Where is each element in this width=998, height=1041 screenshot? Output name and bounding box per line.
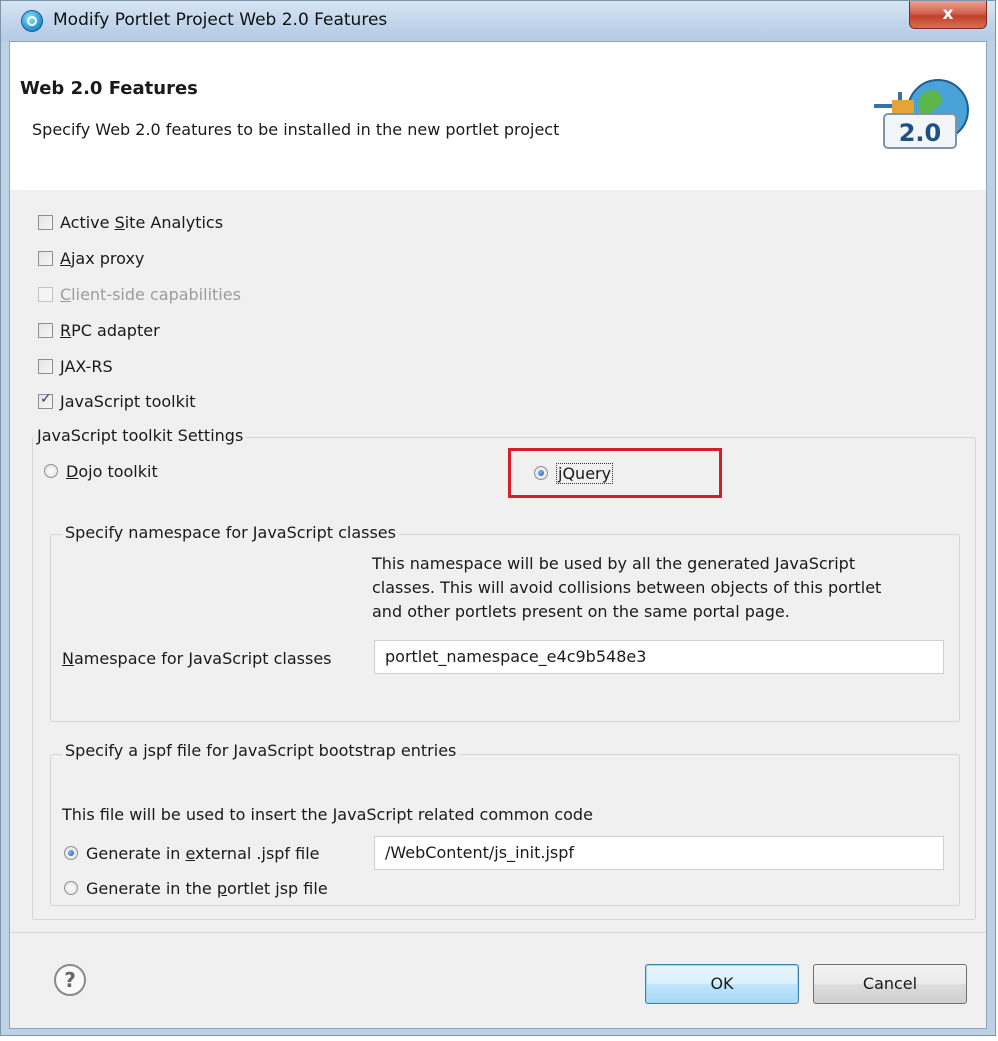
window-title: Modify Portlet Project Web 2.0 Features [53, 10, 388, 30]
radio-icon[interactable] [64, 881, 78, 895]
feature-client-side-capabilities: Client-side capabilities [38, 282, 241, 306]
label-text: xternal .jspf file [195, 843, 320, 863]
feature-label: JavaScript toolkit [60, 391, 196, 411]
bootstrap-group-label: Specify a jspf file for JavaScript boots… [62, 741, 460, 760]
checkbox-icon[interactable] [38, 214, 53, 230]
feature-label: JAX-RS [60, 356, 113, 376]
feature-ajax-proxy[interactable]: Ajax proxy [38, 246, 144, 270]
namespace-field-label: Namespace for JavaScript classes [62, 649, 332, 668]
app-icon [21, 10, 43, 32]
label-text: ite Analytics [124, 212, 224, 232]
label-text: amespace for JavaScript classes [73, 649, 332, 668]
mnemonic: D [66, 461, 79, 481]
mnemonic: N [62, 649, 74, 668]
radio-label: Dojo toolkit [66, 462, 158, 481]
checkbox-icon[interactable] [38, 322, 53, 338]
close-button[interactable]: x [909, 1, 987, 29]
highlight-annotation-box [508, 448, 722, 498]
feature-label: Ajax proxy [60, 249, 144, 268]
header-separator [10, 189, 986, 190]
label-text: ojo toolkit [78, 461, 158, 481]
page-description: Specify Web 2.0 features to be installed… [32, 120, 560, 139]
feature-label: Active Site Analytics [60, 213, 223, 232]
mnemonic: C [60, 284, 72, 304]
radio-label: Generate in external .jspf file [86, 844, 320, 863]
checkbox-checked-icon[interactable] [38, 391, 53, 409]
help-line: This namespace will be used by all the g… [372, 554, 856, 573]
mnemonic: R [60, 320, 72, 340]
radio-generate-external-jspf[interactable]: Generate in external .jspf file [64, 841, 320, 865]
radio-generate-in-portlet-jsp[interactable]: Generate in the portlet jsp file [64, 876, 328, 900]
help-icon[interactable]: ? [54, 964, 86, 996]
ok-button[interactable]: OK [645, 964, 799, 1004]
feature-label: RPC adapter [60, 321, 160, 340]
namespace-input[interactable]: portlet_namespace_e4c9b548e3 [374, 640, 944, 674]
web20-banner-icon: 2.0 [874, 79, 969, 149]
bootstrap-help-text: This file will be used to insert the Jav… [62, 805, 593, 824]
jspf-path-input[interactable]: /WebContent/js_init.jspf [374, 836, 944, 870]
mnemonic: A [60, 248, 71, 268]
feature-javascript-toolkit[interactable]: JavaScript toolkit [38, 389, 196, 413]
cancel-button[interactable]: Cancel [813, 964, 967, 1004]
help-line: and other portlets present on the same p… [372, 602, 790, 621]
dialog-client-area: Web 2.0 Features Specify Web 2.0 feature… [9, 41, 987, 1029]
radio-label: Generate in the portlet jsp file [86, 879, 328, 898]
feature-rpc-adapter[interactable]: RPC adapter [38, 318, 160, 342]
label-text: ortlet jsp file [226, 878, 328, 898]
checkbox-icon[interactable] [38, 358, 53, 374]
toolkit-settings-label: JavaScript toolkit Settings [34, 426, 247, 445]
radio-dojo-toolkit[interactable]: Dojo toolkit [44, 459, 158, 483]
mnemonic: S [114, 212, 125, 232]
namespace-group-label: Specify namespace for JavaScript classes [62, 523, 399, 542]
wizard-header: Web 2.0 Features Specify Web 2.0 feature… [10, 42, 986, 190]
label-text: Generate in the [86, 878, 217, 898]
label-text: jax proxy [70, 248, 145, 268]
radio-selected-icon[interactable] [64, 846, 78, 860]
radio-icon[interactable] [44, 464, 58, 478]
help-line: classes. This will avoid collisions betw… [372, 578, 882, 597]
mnemonic: p [216, 878, 227, 898]
dialog-window: Modify Portlet Project Web 2.0 Features … [0, 0, 996, 1036]
feature-label: Client-side capabilities [60, 285, 241, 304]
label-text: lient-side capabilities [71, 284, 241, 304]
banner-label: 2.0 [899, 119, 942, 147]
checkbox-icon[interactable] [38, 250, 53, 266]
feature-active-site-analytics[interactable]: Active Site Analytics [38, 210, 223, 234]
label-text: PC adapter [71, 320, 160, 340]
mnemonic: e [185, 843, 196, 863]
footer-separator [10, 932, 986, 933]
namespace-help-text: This namespace will be used by all the g… [372, 552, 881, 624]
title-bar[interactable]: Modify Portlet Project Web 2.0 Features … [1, 1, 995, 41]
label-text: Active [60, 212, 115, 232]
page-title: Web 2.0 Features [20, 78, 198, 99]
checkbox-icon [38, 286, 53, 302]
label-text: Generate in [86, 843, 186, 863]
feature-jax-rs[interactable]: JAX-RS [38, 354, 113, 378]
